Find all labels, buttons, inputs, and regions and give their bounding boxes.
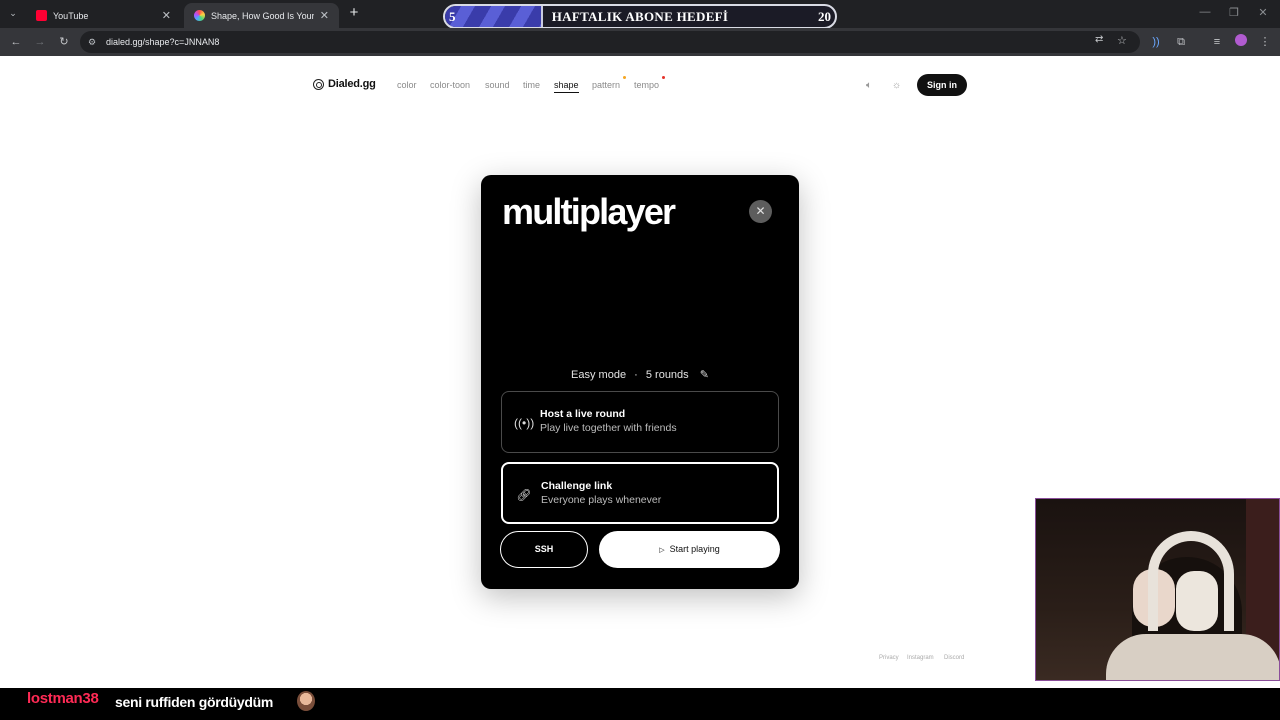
footer-instagram-link[interactable]: Instagram [907, 655, 934, 661]
close-tab-icon[interactable]: ✕ [320, 9, 329, 22]
tab-title: YouTube [53, 10, 89, 21]
footer-privacy-link[interactable]: Privacy [879, 655, 899, 661]
close-modal-button[interactable]: ✕ [749, 200, 772, 223]
restore-icon[interactable]: ❐ [1226, 6, 1242, 19]
nav-color-toon[interactable]: color-toon [430, 80, 470, 90]
option-title: Challenge link [541, 480, 613, 492]
url-text[interactable]: dialed.gg/shape?c=JNNAN8 [106, 31, 219, 53]
chat-emote-icon [297, 691, 315, 711]
separator: · [634, 369, 638, 381]
nav-shape[interactable]: shape [554, 80, 579, 93]
new-indicator-dot [623, 76, 626, 79]
nav-sound[interactable]: sound [485, 80, 510, 90]
media-controls-icon[interactable]: ≡ [1209, 34, 1225, 50]
theme-toggle-icon[interactable]: ☼ [892, 80, 901, 91]
rounds-label: 5 rounds [645, 369, 689, 381]
chat-message: seni ruffiden gördüydüm [115, 694, 273, 710]
profile-avatar[interactable] [1233, 34, 1249, 50]
dialed-favicon-icon [194, 10, 205, 21]
webcam-headphone-cup [1176, 571, 1218, 631]
option-subtitle: Everyone plays whenever [541, 494, 662, 506]
goal-title: HAFTALIK ABONE HEDEFİ [551, 9, 729, 24]
translate-icon[interactable]: ⇄ [1095, 34, 1103, 45]
back-icon[interactable]: ← [8, 34, 24, 50]
bookmark-star-icon[interactable]: ☆ [1117, 34, 1127, 47]
modal-title: multiplayer [502, 191, 676, 232]
forward-icon[interactable]: → [32, 34, 48, 50]
menu-kebab-icon[interactable]: ⋮ [1257, 34, 1273, 50]
nav-tempo[interactable]: tempo [634, 80, 659, 90]
stream-chat-bar: lostman38 seni ruffiden gördüydüm [0, 688, 1280, 720]
volume-icon[interactable]: 🔈︎ [866, 80, 872, 91]
close-tab-icon[interactable]: ✕ [162, 9, 171, 22]
broadcast-icon: ((•)) [514, 416, 535, 430]
new-tab-button[interactable]: + [346, 4, 362, 21]
option-subtitle: Play live together with friends [540, 422, 677, 434]
challenge-link-option[interactable]: 🔗︎ Challenge link Everyone plays wheneve… [501, 462, 779, 524]
start-playing-label: Start playing [669, 544, 720, 554]
site-logo[interactable]: Dialed.gg [313, 78, 376, 90]
tab-search-icon[interactable]: ⌄ [6, 6, 20, 20]
mode-label: Easy mode [571, 369, 627, 381]
browser-toolbar: ← → ↻ ⚙ dialed.gg/shape?c=JNNAN8 ⇄ ☆ )) … [0, 28, 1280, 56]
multiplayer-modal: multiplayer ✕ Easy mode · 5 rounds ✎ ((•… [481, 175, 799, 589]
start-playing-button[interactable]: ▷ Start playing [599, 531, 780, 568]
nav-pattern[interactable]: pattern [592, 80, 620, 90]
option-title: Host a live round [540, 408, 626, 420]
youtube-icon [36, 10, 47, 21]
tab-shape[interactable]: Shape, How Good Is Your Spati ✕ [184, 3, 339, 28]
extension-audio-icon[interactable]: )) [1148, 34, 1164, 50]
webcam-person-body [1106, 634, 1279, 680]
nav-time[interactable]: time [523, 80, 540, 90]
logo-text: Dialed.gg [328, 78, 376, 90]
dialed-logo-icon [313, 78, 324, 90]
site-info-icon[interactable]: ⚙ [88, 36, 100, 48]
goal-max: 20 [818, 9, 831, 24]
link-icon: 🔗︎ [516, 488, 532, 502]
sign-in-button[interactable]: Sign in [917, 74, 967, 96]
host-live-round-option[interactable]: ((•)) Host a live round Play live togeth… [501, 391, 779, 453]
webcam-feed [1035, 498, 1280, 681]
pencil-edit-icon[interactable]: ✎ [700, 369, 709, 381]
tab-title: Shape, How Good Is Your Spati [211, 10, 314, 21]
play-icon: ▷ [659, 547, 665, 554]
subscriber-goal-bar: 5 HAFTALIK ABONE HEDEFİ 20 [443, 4, 837, 29]
chat-username: lostman38 [27, 690, 99, 707]
address-bar[interactable]: ⚙ dialed.gg/shape?c=JNNAN8 ⇄ ☆ [80, 31, 1140, 53]
ssh-button[interactable]: SSH [500, 531, 588, 568]
extensions-icon[interactable]: ⧉ [1173, 34, 1189, 50]
minimize-icon[interactable]: — [1197, 6, 1213, 18]
game-settings[interactable]: Easy mode · 5 rounds ✎ [481, 368, 799, 381]
reload-icon[interactable]: ↻ [56, 34, 72, 50]
close-window-icon[interactable]: ✕ [1255, 6, 1271, 19]
tab-youtube[interactable]: YouTube ✕ [26, 3, 181, 28]
footer-discord-link[interactable]: Discord [944, 655, 964, 661]
new-indicator-dot [662, 76, 665, 79]
nav-color[interactable]: color [397, 80, 417, 90]
